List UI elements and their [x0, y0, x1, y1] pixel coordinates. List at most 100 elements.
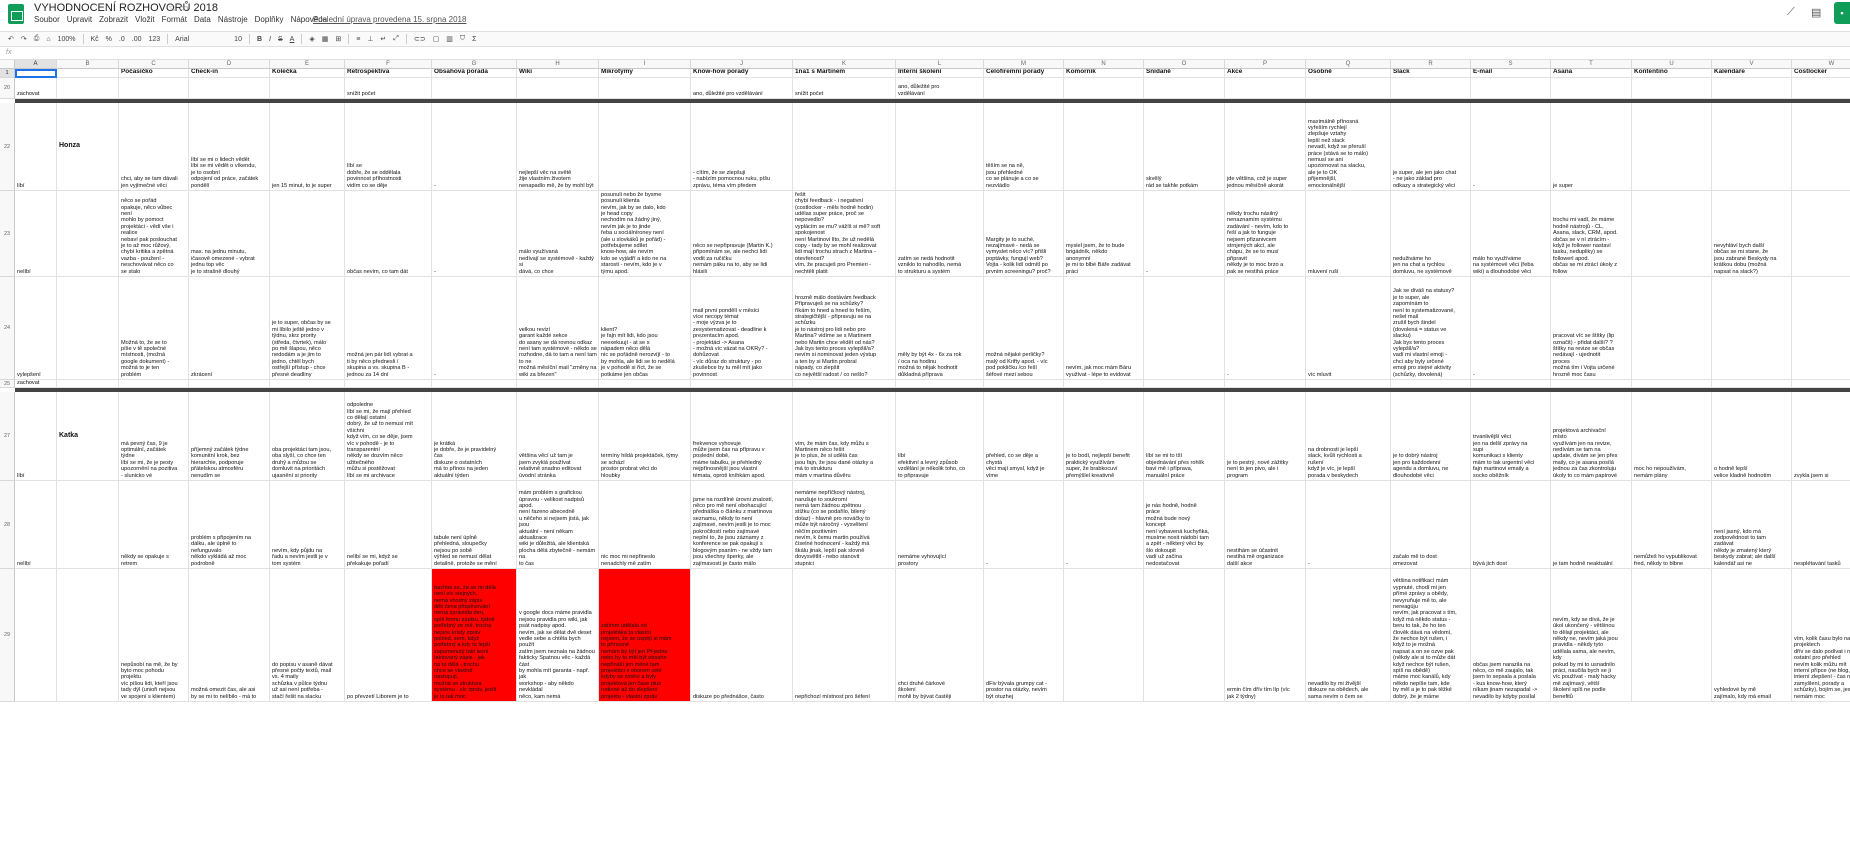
- text-wrap-icon[interactable]: ↵: [380, 35, 386, 43]
- feedback-cell[interactable]: je to super, občas by se mi líbilo ještě…: [270, 277, 345, 380]
- spreadsheet-grid[interactable]: A B C D E F G H I J K L M N O P Q R S T U V W 1 Počasíčko Check-i…: [0, 60, 1850, 861]
- feedback-cell[interactable]: [1632, 380, 1712, 388]
- feedback-cell[interactable]: [599, 103, 691, 191]
- column-header-d[interactable]: D: [189, 60, 270, 69]
- column-title-cell[interactable]: Kolečka: [270, 69, 345, 78]
- feedback-cell[interactable]: nemáme nepříčkový nástroj, narušuje to s…: [793, 481, 896, 569]
- feedback-cell[interactable]: klient? je fajn mít lidi, kdo jsou neexe…: [599, 277, 691, 380]
- column-title-cell[interactable]: Slack: [1391, 69, 1471, 78]
- feedback-cell[interactable]: neduživáme ho jen na chat a rychlou doml…: [1391, 191, 1471, 277]
- feedback-cell[interactable]: je krátká je dobře, že je pravidelný čas…: [432, 392, 517, 481]
- feedback-cell[interactable]: líbí se mi o lidech vědět líbí se mi věd…: [189, 103, 270, 191]
- feedback-cell[interactable]: hrozně málo dostávám feedback Připravuje…: [793, 277, 896, 380]
- feedback-cell[interactable]: líbí efektivní a levný způsob vzdělání j…: [896, 392, 984, 481]
- feedback-cell[interactable]: [1225, 380, 1306, 388]
- column-header-s[interactable]: S: [1471, 60, 1551, 69]
- feedback-cell[interactable]: [1064, 380, 1144, 388]
- feedback-cell[interactable]: líbí se dobře, že se oddělala povinnost …: [345, 103, 432, 191]
- percent-format-button[interactable]: %: [106, 36, 112, 43]
- feedback-cell[interactable]: [1632, 103, 1712, 191]
- comments-icon[interactable]: ▤: [1811, 6, 1821, 19]
- feedback-cell[interactable]: nesplétavání tasků: [1792, 481, 1850, 569]
- feedback-cell[interactable]: přijde mi to zbytečný, hrozná ztráta čas…: [599, 191, 691, 277]
- feedback-cell[interactable]: něco se nepřipravuje (Martin K.) připomí…: [691, 191, 793, 277]
- feedback-cell[interactable]: [691, 380, 793, 388]
- column-title-cell[interactable]: Osobně: [1306, 69, 1391, 78]
- category-label-cell[interactable]: nelíbí: [15, 481, 57, 569]
- feedback-cell[interactable]: [1144, 569, 1225, 702]
- feedback-cell[interactable]: [1632, 569, 1712, 702]
- column-title-cell[interactable]: 1na1 s Martinem: [793, 69, 896, 78]
- strikethrough-button[interactable]: S: [278, 36, 283, 43]
- feedback-cell[interactable]: -: [984, 481, 1064, 569]
- person-name-cell[interactable]: [57, 191, 119, 277]
- feedback-cell[interactable]: [1064, 569, 1144, 702]
- feedback-cell[interactable]: [1144, 380, 1225, 388]
- feedback-cell[interactable]: je super: [1551, 103, 1632, 191]
- feedback-cell[interactable]: [1712, 380, 1792, 388]
- feedback-cell[interactable]: nepřipravené ze strany Martina není žádn…: [793, 191, 896, 277]
- feedback-cell[interactable]: nemáme vyhovující prostory: [896, 481, 984, 569]
- borders-icon[interactable]: ▦: [322, 35, 329, 43]
- column-title-cell[interactable]: Kontentino: [1632, 69, 1712, 78]
- person-name-cell[interactable]: [57, 569, 119, 702]
- column-header-h[interactable]: H: [517, 60, 599, 69]
- feedback-cell[interactable]: Možná to, že se to píše v tě společné mí…: [119, 277, 189, 380]
- text-color-button[interactable]: A: [290, 36, 295, 43]
- feedback-cell[interactable]: mám problém s grafickou úpravou - veliko…: [517, 481, 599, 569]
- feedback-cell[interactable]: někdy se opakuje s retrem: [119, 481, 189, 569]
- increase-decimal-button[interactable]: .00: [132, 36, 142, 43]
- column-title-cell[interactable]: Kalendáře: [1712, 69, 1792, 78]
- feedback-cell[interactable]: zatímm udělala od projektáka (a vlastní …: [599, 569, 691, 702]
- feedback-cell[interactable]: pracovat víc se štítky (lip označit) - p…: [1551, 277, 1632, 380]
- feedback-cell[interactable]: trvanlivější věci jen na delší zprávy na…: [1471, 392, 1551, 481]
- feedback-cell[interactable]: Jak se díváš na statusy? je to super, al…: [1391, 277, 1471, 380]
- feedback-cell[interactable]: někdy trochu násilný nenaznamím systému …: [1225, 191, 1306, 277]
- feedback-cell[interactable]: příjemný začátek týdne komunitní krok, b…: [189, 392, 270, 481]
- feedback-cell[interactable]: nemůžeš ho vypublikovat fred, někdy to b…: [1632, 481, 1712, 569]
- feedback-cell[interactable]: začalo mě to dost omezovat: [1391, 481, 1471, 569]
- currency-format-button[interactable]: Kč: [91, 36, 99, 43]
- feedback-cell[interactable]: většina věcí už tam je jsem zvyklá použí…: [517, 392, 599, 481]
- feedback-cell[interactable]: myslel jsem, že to bude brigádník, někdo…: [1064, 191, 1144, 277]
- feedback-cell[interactable]: nevím, jak moc mám Báru využívat - lépe …: [1064, 277, 1144, 380]
- feedback-cell[interactable]: [1306, 380, 1391, 388]
- feedback-cell[interactable]: měly by být 4x - 6x za rok / oca na hodi…: [896, 277, 984, 380]
- column-header-g[interactable]: G: [432, 60, 517, 69]
- feedback-cell[interactable]: [270, 380, 345, 388]
- star-icon[interactable]: ☆: [168, 3, 177, 14]
- column-header-j[interactable]: J: [691, 60, 793, 69]
- feedback-cell[interactable]: [1792, 103, 1850, 191]
- feedback-cell[interactable]: [1632, 277, 1712, 380]
- feedback-cell[interactable]: chci druhé čárkové školení mohli by býva…: [896, 569, 984, 702]
- feedback-cell[interactable]: je to pestrý, nové zážitky není to jen p…: [1225, 392, 1306, 481]
- column-title-cell[interactable]: Mikrotýmy: [599, 69, 691, 78]
- merge-cells-icon[interactable]: ⊞: [335, 35, 341, 43]
- category-label-cell[interactable]: líbí: [15, 392, 57, 481]
- feedback-cell[interactable]: ermin čím dřív tím líp (víc jak 2 týdny): [1225, 569, 1306, 702]
- feedback-cell[interactable]: -: [1064, 481, 1144, 569]
- column-header-p[interactable]: P: [1225, 60, 1306, 69]
- column-title-cell[interactable]: Wiki: [517, 69, 599, 78]
- feedback-cell[interactable]: nepůsobí na mě, že by byto moc pohodu pr…: [119, 569, 189, 702]
- italic-button[interactable]: I: [269, 36, 271, 43]
- feedback-cell[interactable]: [1792, 277, 1850, 380]
- feedback-cell[interactable]: trochu mi vadí, že máme hodně nástrojů -…: [1551, 191, 1632, 277]
- feedback-cell[interactable]: nelíbí se mi, když se překakuje pořadí: [345, 481, 432, 569]
- number-format-select[interactable]: 123: [148, 36, 160, 43]
- feedback-cell[interactable]: bývá jich dost: [1471, 481, 1551, 569]
- feedback-cell[interactable]: oba projektáci tam jsou, oba slyší, co c…: [270, 392, 345, 481]
- feedback-cell[interactable]: nevyhláví bych další občas se mi stane, …: [1712, 191, 1792, 277]
- feedback-cell[interactable]: líbí se mi to tší objednávání přes rohlí…: [1144, 392, 1225, 481]
- column-header-b[interactable]: B: [57, 60, 119, 69]
- category-label-cell[interactable]: nelíbí: [15, 191, 57, 277]
- menu-edit[interactable]: Upravit: [67, 15, 92, 24]
- column-title-cell[interactable]: Počasíčko: [119, 69, 189, 78]
- activity-trend-icon[interactable]: ⟋: [1787, 6, 1795, 19]
- feedback-cell[interactable]: projektová archivační místo využívám jen…: [1551, 392, 1632, 481]
- feedback-cell[interactable]: je nás hodně, hodně práce možná bude nov…: [1144, 481, 1225, 569]
- feedback-cell[interactable]: chci, aby se tam dávali jen vyjímečné vě…: [119, 103, 189, 191]
- person-name-cell[interactable]: [57, 380, 119, 388]
- row-header-25[interactable]: 25: [0, 380, 15, 388]
- column-title-cell[interactable]: Snídaně: [1144, 69, 1225, 78]
